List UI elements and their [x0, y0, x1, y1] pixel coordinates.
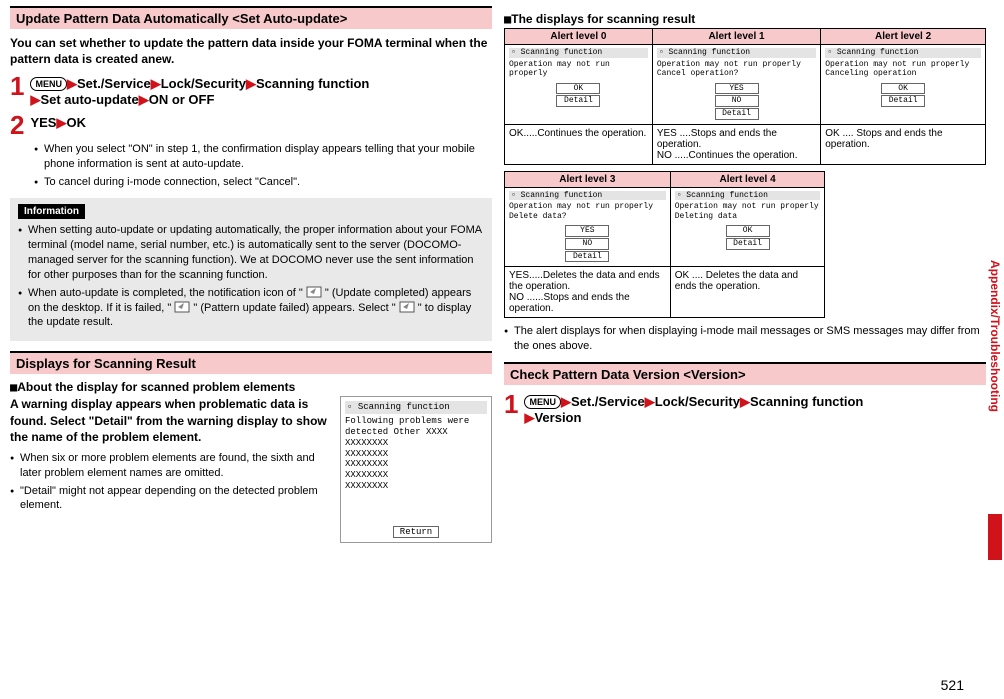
menu-icon: MENU: [30, 77, 67, 91]
screenshot-alert-4: ▫ Scanning function Operation may not ru…: [675, 191, 821, 250]
nav-lock-security-2: Lock/Security: [655, 394, 740, 409]
yes-button: YES: [565, 225, 609, 237]
th-alert-4: Alert level 4: [670, 171, 825, 187]
detail-button: Detail: [726, 238, 770, 250]
screenshot-alert-1: ▫ Scanning function Operation may not ru…: [657, 48, 816, 120]
shot-title: ▫ Scanning function: [345, 401, 487, 414]
detail-button: Detail: [881, 95, 925, 107]
screenshot-problem-elements: ▫ Scanning function Following problems w…: [340, 396, 492, 543]
th-alert-2: Alert level 2: [821, 29, 986, 45]
no-button: NO: [715, 95, 759, 107]
nav-scanning-function: Scanning function: [256, 76, 369, 91]
shot-x-3: XXXXXXXX: [345, 459, 487, 470]
triangle-icon: ▶: [740, 394, 750, 409]
th-alert-1: Alert level 1: [652, 29, 820, 45]
screenshot-alert-3: ▫ Scanning function Operation may not ru…: [509, 191, 666, 263]
triangle-icon: ▶: [524, 410, 534, 425]
alert-levels-table-2: Alert level 3 Alert level 4 ▫ Scanning f…: [504, 171, 825, 319]
step2-ok: OK: [66, 115, 86, 130]
desc-bullet-2: "Detail" might not appear depending on t…: [10, 484, 334, 514]
side-tab: Appendix/Troubleshooting: [986, 200, 1002, 560]
step2-yes: YES: [30, 115, 56, 130]
no-button: NO: [565, 238, 609, 250]
th-alert-3: Alert level 3: [505, 171, 671, 187]
yes-button: YES: [715, 83, 759, 95]
step-number-1-version: 1: [504, 391, 518, 417]
nav-set-auto-update: Set auto-update: [40, 92, 138, 107]
triangle-icon: ▶: [30, 92, 40, 107]
update-select-icon: [399, 301, 415, 313]
nav-on-off: ON or OFF: [149, 92, 215, 107]
shot-x-4: XXXXXXXX: [345, 470, 487, 481]
detail-button: Detail: [715, 108, 759, 120]
shot-x-5: XXXXXXXX: [345, 481, 487, 492]
menu-icon: MENU: [524, 395, 561, 409]
side-tab-marker: [988, 514, 1002, 560]
desc-bullet-1: When six or more problem elements are fo…: [10, 451, 334, 481]
desc-alert-4: OK .... Deletes the data and ends the op…: [670, 267, 825, 318]
update-failed-icon: [174, 301, 190, 313]
step2-note-1: When you select "ON" in step 1, the conf…: [34, 142, 492, 172]
screenshot-alert-0: ▫ Scanning function Operation may not ru…: [509, 48, 648, 107]
subhead-displays-scanning-result: ■The displays for scanning result: [504, 12, 986, 26]
shot-x-1: XXXXXXXX: [345, 438, 487, 449]
detail-button: Detail: [565, 251, 609, 263]
alert-note: The alert displays for when displaying i…: [504, 324, 986, 354]
shot-x-2: XXXXXXXX: [345, 449, 487, 460]
nav-scanning-function-2: Scanning function: [750, 394, 863, 409]
warning-display-desc: A warning display appears when problemat…: [10, 396, 334, 445]
alert-levels-table-1: Alert level 0 Alert level 1 Alert level …: [504, 28, 986, 165]
shot-line-2: detected Other XXXX: [345, 427, 487, 438]
step2-note-2: To cancel during i-mode connection, sele…: [34, 175, 492, 190]
info-item-2: When auto-update is completed, the notif…: [18, 286, 484, 331]
nav-set-service: Set./Service: [77, 76, 151, 91]
return-button: Return: [393, 526, 439, 539]
step-1: 1 MENU▶Set./Service▶Lock/Security▶Scanni…: [10, 73, 492, 108]
side-tab-label: Appendix/Troubleshooting: [988, 260, 1002, 412]
triangle-icon: ▶: [246, 76, 256, 91]
step2-notes: When you select "ON" in step 1, the conf…: [34, 142, 492, 190]
desc-alert-3: YES.....Deletes the data and ends the op…: [505, 267, 671, 318]
page-number: 521: [941, 677, 964, 693]
nav-set-service-2: Set./Service: [571, 394, 645, 409]
info-item-1: When setting auto-update or updating aut…: [18, 223, 484, 282]
nav-version: Version: [534, 410, 581, 425]
update-completed-icon: [306, 286, 322, 298]
heading-check-pattern-version: Check Pattern Data Version <Version>: [504, 362, 986, 385]
triangle-icon: ▶: [561, 394, 571, 409]
th-alert-0: Alert level 0: [505, 29, 653, 45]
desc-alert-2: OK .... Stops and ends the operation.: [821, 124, 986, 164]
ok-button: OK: [556, 83, 600, 95]
heading-displays-scanning-result: Displays for Scanning Result: [10, 351, 492, 374]
step-number-2: 2: [10, 112, 24, 138]
screenshot-alert-2: ▫ Scanning function Operation may not ru…: [825, 48, 981, 107]
intro-auto-update: You can set whether to update the patter…: [10, 35, 492, 67]
ok-button: OK: [726, 225, 770, 237]
desc-alert-0: OK.....Continues the operation.: [505, 124, 653, 164]
information-label: Information: [18, 204, 85, 220]
triangle-icon: ▶: [56, 115, 66, 130]
ok-button: OK: [881, 83, 925, 95]
step-2: 2 YES▶OK: [10, 112, 492, 138]
information-box: Information When setting auto-update or …: [10, 198, 492, 341]
step-version-1: 1 MENU▶Set./Service▶Lock/Security▶Scanni…: [504, 391, 986, 426]
heading-set-auto-update: Update Pattern Data Automatically <Set A…: [10, 6, 492, 29]
desc-alert-1: YES ....Stops and ends the operation.NO …: [652, 124, 820, 164]
step-number-1: 1: [10, 73, 24, 99]
triangle-icon: ▶: [67, 76, 77, 91]
triangle-icon: ▶: [139, 92, 149, 107]
shot-line-1: Following problems were: [345, 416, 487, 427]
nav-lock-security: Lock/Security: [161, 76, 246, 91]
triangle-icon: ▶: [151, 76, 161, 91]
detail-button: Detail: [556, 95, 600, 107]
triangle-icon: ▶: [645, 394, 655, 409]
subhead-about-display: ■About the display for scanned problem e…: [10, 380, 492, 394]
